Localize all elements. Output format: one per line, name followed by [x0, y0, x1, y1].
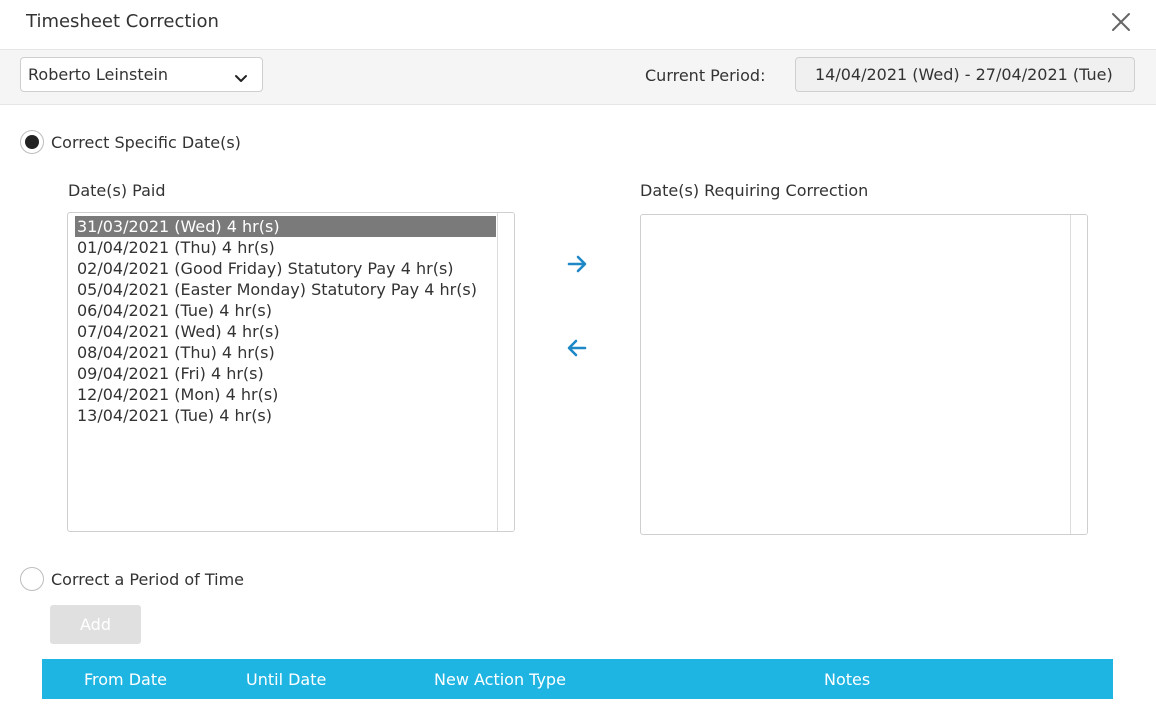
dates-requiring-correction-listbox[interactable]: [640, 214, 1088, 535]
add-button[interactable]: Add: [50, 605, 141, 644]
correct-specific-dates-radio[interactable]: [20, 130, 44, 154]
dates-paid-item[interactable]: 07/04/2021 (Wed) 4 hr(s): [75, 321, 496, 342]
correct-period-label: Correct a Period of Time: [51, 569, 245, 589]
dates-paid-heading: Date(s) Paid: [68, 181, 166, 200]
correct-period-option[interactable]: Correct a Period of Time: [20, 567, 244, 591]
column-header-until-date[interactable]: Until Date: [246, 670, 326, 689]
arrow-right-icon[interactable]: [564, 251, 590, 277]
correct-period-radio[interactable]: [20, 567, 44, 591]
arrow-left-icon[interactable]: [564, 335, 590, 361]
timesheet-correction-dialog: Timesheet Correction Roberto Leinstein C…: [0, 0, 1156, 711]
dates-paid-item[interactable]: 09/04/2021 (Fri) 4 hr(s): [75, 363, 496, 384]
dates-paid-item[interactable]: 13/04/2021 (Tue) 4 hr(s): [75, 405, 496, 426]
dates-requiring-correction-heading: Date(s) Requiring Correction: [640, 181, 869, 200]
toolbar: Roberto Leinstein Current Period: 14/04/…: [0, 49, 1156, 105]
chevron-down-icon: [234, 69, 248, 88]
dates-paid-listbox[interactable]: 31/03/2021 (Wed) 4 hr(s) 01/04/2021 (Thu)…: [67, 212, 515, 532]
dates-paid-item[interactable]: 02/04/2021 (Good Friday) Statutory Pay 4…: [75, 258, 496, 279]
dates-paid-item[interactable]: 06/04/2021 (Tue) 4 hr(s): [75, 300, 496, 321]
dates-paid-item[interactable]: 08/04/2021 (Thu) 4 hr(s): [75, 342, 496, 363]
dates-paid-item[interactable]: 12/04/2021 (Mon) 4 hr(s): [75, 384, 496, 405]
current-period-field: 14/04/2021 (Wed) - 27/04/2021 (Tue): [795, 57, 1135, 92]
dates-requiring-correction-scrollbar[interactable]: [1070, 215, 1087, 534]
column-header-new-action-type[interactable]: New Action Type: [434, 670, 566, 689]
close-icon[interactable]: [1108, 9, 1134, 35]
correct-specific-dates-option[interactable]: Correct Specific Date(s): [20, 130, 241, 154]
dates-paid-items: 31/03/2021 (Wed) 4 hr(s) 01/04/2021 (Thu)…: [75, 216, 496, 426]
correct-specific-dates-label: Correct Specific Date(s): [51, 132, 241, 152]
employee-select[interactable]: Roberto Leinstein: [20, 57, 263, 92]
dates-paid-item[interactable]: 31/03/2021 (Wed) 4 hr(s): [75, 216, 496, 237]
dialog-title: Timesheet Correction: [26, 11, 219, 32]
dialog-header: Timesheet Correction: [0, 0, 1156, 49]
dates-paid-item[interactable]: 05/04/2021 (Easter Monday) Statutory Pay…: [75, 279, 496, 300]
radio-checked-dot: [25, 135, 39, 149]
column-header-notes[interactable]: Notes: [824, 670, 870, 689]
employee-select-value: Roberto Leinstein: [28, 65, 169, 84]
dates-paid-scrollbar[interactable]: [497, 213, 514, 531]
current-period-label: Current Period:: [645, 66, 766, 85]
dates-paid-item[interactable]: 01/04/2021 (Thu) 4 hr(s): [75, 237, 496, 258]
current-period-value: 14/04/2021 (Wed) - 27/04/2021 (Tue): [815, 65, 1113, 84]
period-table-header: From Date Until Date New Action Type Not…: [42, 659, 1113, 699]
column-header-from-date[interactable]: From Date: [84, 670, 167, 689]
